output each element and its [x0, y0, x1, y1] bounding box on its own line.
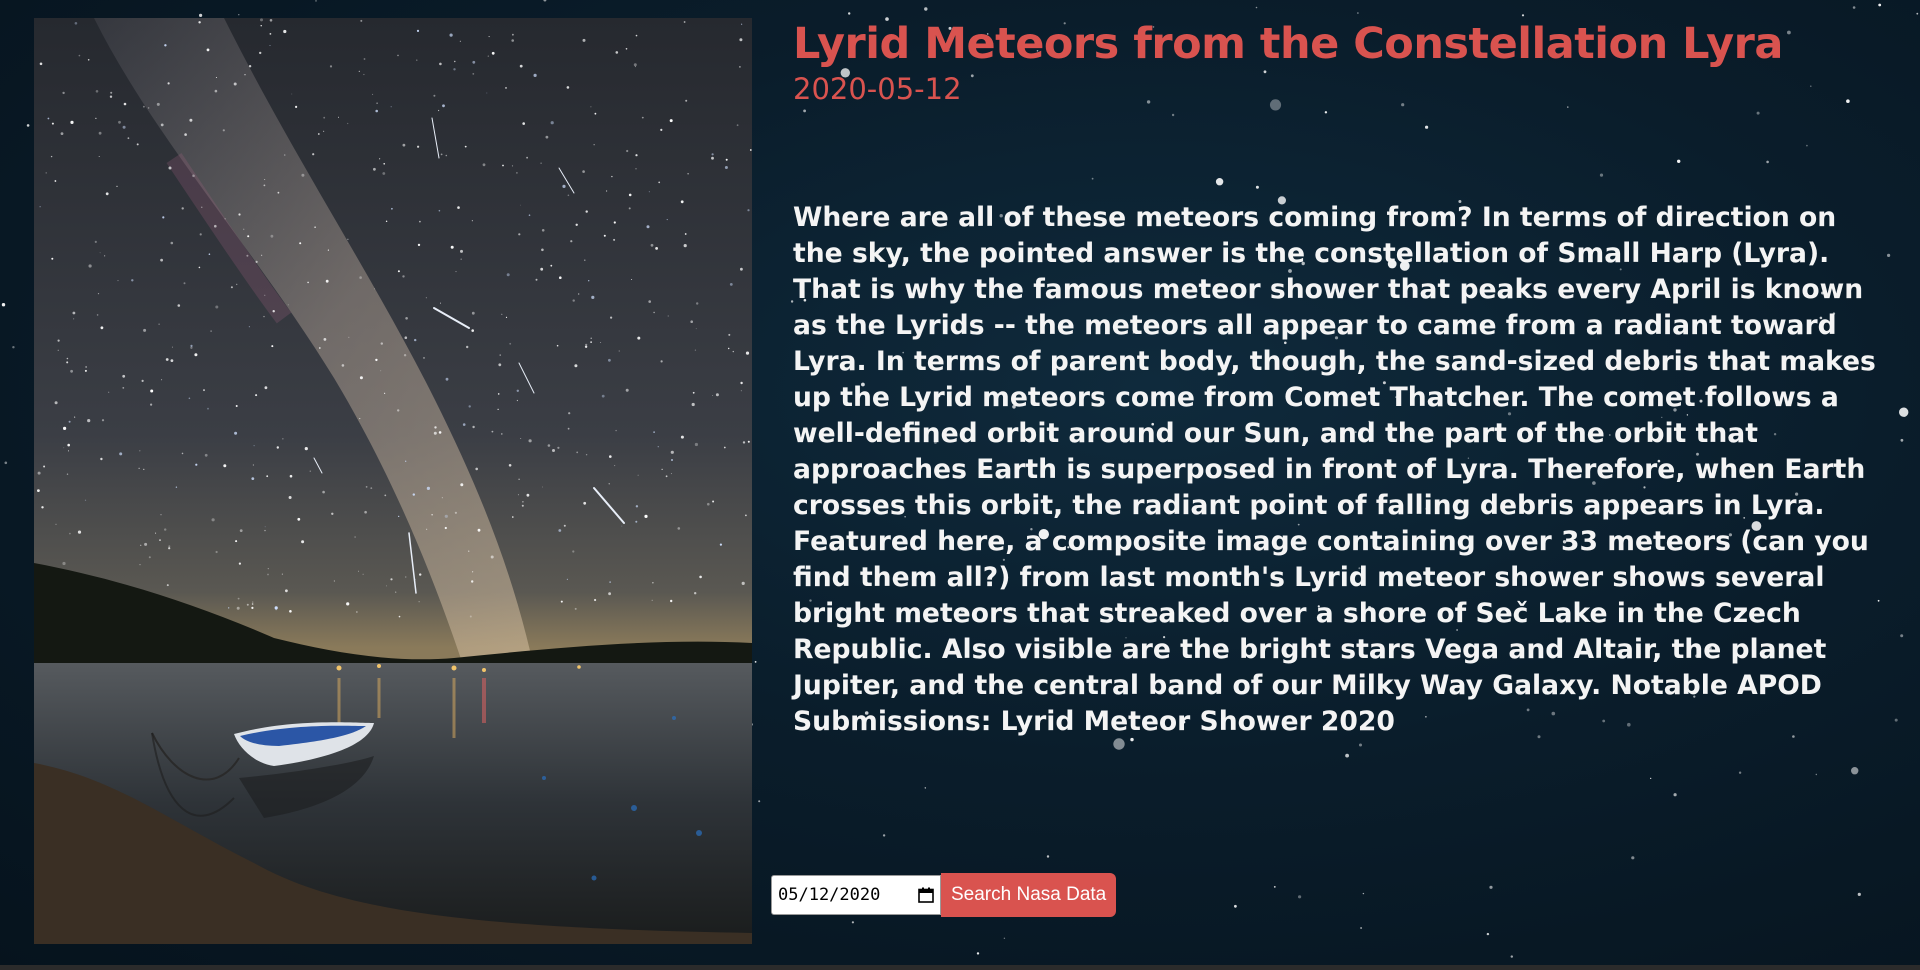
date-search-form: 05/12/2020 Search Nasa Data [771, 873, 1117, 917]
apod-explanation: Where are all of these meteors coming fr… [793, 202, 1876, 737]
search-nasa-button[interactable]: Search Nasa Data [941, 873, 1117, 917]
apod-image [34, 18, 752, 944]
calendar-icon[interactable] [918, 887, 934, 903]
bottom-edge [0, 965, 1920, 970]
apod-date: 2020-05-12 [793, 72, 962, 106]
date-input[interactable]: 05/12/2020 [771, 875, 941, 915]
date-input-value: 05/12/2020 [778, 885, 881, 905]
apod-title: Lyrid Meteors from the Constellation Lyr… [793, 19, 1783, 69]
